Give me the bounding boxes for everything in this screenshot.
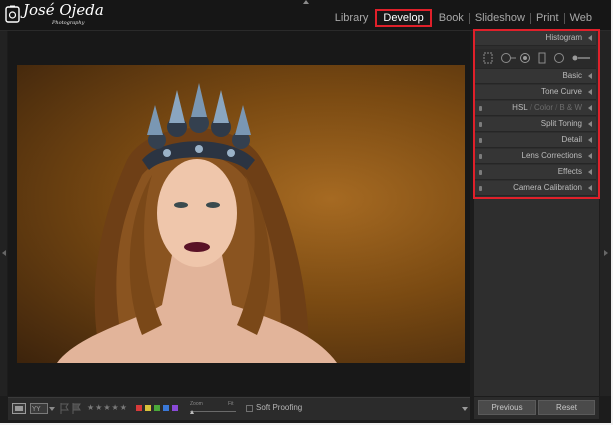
panel-tone-curve[interactable]: Tone Curve xyxy=(475,85,596,100)
panel-toggle-switch-icon[interactable] xyxy=(479,106,482,111)
camera-calibration-label: Camera Calibration xyxy=(513,183,582,192)
module-web[interactable]: Web xyxy=(565,12,597,24)
panel-split-toning[interactable]: Split Toning xyxy=(475,117,596,132)
tone-curve-label: Tone Curve xyxy=(541,87,582,96)
svg-text:YY: YY xyxy=(31,405,41,413)
module-develop[interactable]: Develop xyxy=(375,9,432,27)
module-book[interactable]: Book xyxy=(434,12,469,24)
reset-button[interactable]: Reset xyxy=(538,400,595,415)
previous-button[interactable]: Previous xyxy=(478,400,536,415)
flag-pick-icon[interactable] xyxy=(60,403,69,414)
soft-proofing-checkbox[interactable] xyxy=(246,405,253,412)
color-label-purple[interactable] xyxy=(172,405,178,411)
flag-reject-icon[interactable] xyxy=(72,403,81,414)
collapse-triangle-icon[interactable] xyxy=(588,121,592,127)
module-slideshow[interactable]: Slideshow xyxy=(470,12,530,24)
portrait-photo xyxy=(17,65,465,363)
toolbar-menu-dropdown-icon[interactable] xyxy=(462,407,468,411)
hsl-color-bw-tabs: HSL / Color / B & W xyxy=(512,103,582,112)
color-label-green[interactable] xyxy=(154,405,160,411)
identity-plate-name: José Ojeda xyxy=(23,1,104,19)
collapse-triangle-icon[interactable] xyxy=(588,153,592,159)
panel-toggle-switch-icon[interactable] xyxy=(479,154,482,159)
panel-footer: Previous Reset xyxy=(474,397,599,419)
lens-corrections-label: Lens Corrections xyxy=(521,151,582,160)
module-print[interactable]: Print xyxy=(531,12,564,24)
view-mode-dropdown-icon[interactable] xyxy=(49,407,55,411)
split-toning-label: Split Toning xyxy=(540,119,582,128)
loupe-view-icon[interactable] xyxy=(12,403,26,414)
left-panel-toggle-icon[interactable] xyxy=(2,250,6,256)
camera-logo-icon xyxy=(5,5,20,23)
module-picker: Library Develop Book Slideshow Print Web xyxy=(330,8,597,28)
basic-label: Basic xyxy=(562,71,582,80)
panel-toggle-switch-icon[interactable] xyxy=(479,122,482,127)
panel-basic[interactable]: Basic xyxy=(475,69,596,84)
panel-camera-calibration[interactable]: Camera Calibration xyxy=(475,181,596,196)
collapse-triangle-icon[interactable] xyxy=(588,137,592,143)
effects-label: Effects xyxy=(557,167,582,176)
graduated-filter-icon[interactable] xyxy=(537,52,547,64)
panel-detail[interactable]: Detail xyxy=(475,133,596,148)
collapse-triangle-icon[interactable] xyxy=(588,185,592,191)
red-eye-tool-icon[interactable] xyxy=(519,52,531,64)
panel-effects[interactable]: Effects xyxy=(475,165,596,180)
color-label-red[interactable] xyxy=(136,405,142,411)
identity-plate-tagline: Photography xyxy=(52,20,85,26)
collapse-triangle-icon[interactable] xyxy=(588,73,592,79)
right-panel-edge[interactable] xyxy=(600,31,611,396)
star-rating[interactable]: ★★★★★ xyxy=(87,403,128,412)
radial-filter-icon[interactable] xyxy=(553,52,565,64)
collapse-triangle-icon[interactable] xyxy=(588,35,592,41)
zoom-label: Zoom xyxy=(190,401,203,407)
collapse-triangle-icon[interactable] xyxy=(588,169,592,175)
panel-toggle-switch-icon[interactable] xyxy=(479,186,482,191)
tab-bw[interactable]: B & W xyxy=(559,103,582,112)
bottom-toolbar: YY ★★★★★ Zoom Fit Soft Proofing xyxy=(8,397,470,420)
panel-hsl[interactable]: HSL / Color / B & W xyxy=(475,101,596,116)
right-panel-toggle-icon[interactable] xyxy=(604,250,608,256)
soft-proofing-label: Soft Proofing xyxy=(256,403,303,412)
zoom-slider-thumb[interactable] xyxy=(190,410,194,414)
collapse-triangle-icon[interactable] xyxy=(588,89,592,95)
histogram-label: Histogram xyxy=(545,33,582,42)
zoom-slider-track[interactable] xyxy=(190,411,236,412)
left-panel-edge[interactable] xyxy=(0,31,7,396)
collapse-triangle-icon[interactable] xyxy=(588,105,592,111)
develop-right-panel: Histogram Basic Tone Curve HSL / Color /… xyxy=(473,29,600,396)
spot-removal-tool-icon[interactable] xyxy=(499,52,517,64)
adjustment-brush-icon[interactable] xyxy=(571,52,591,64)
fit-label: Fit xyxy=(228,401,234,407)
panel-lens-corrections[interactable]: Lens Corrections xyxy=(475,149,596,164)
panel-histogram[interactable]: Histogram xyxy=(475,31,596,46)
panel-toggle-switch-icon[interactable] xyxy=(479,170,482,175)
module-bar: José Ojeda Photography Library Develop B… xyxy=(0,0,611,31)
before-after-view-icon[interactable]: YY xyxy=(30,403,48,414)
tab-color[interactable]: Color xyxy=(534,103,553,112)
lightroom-window: José Ojeda Photography Library Develop B… xyxy=(0,0,611,423)
color-label-blue[interactable] xyxy=(163,405,169,411)
crop-tool-icon[interactable] xyxy=(483,52,493,64)
detail-label: Detail xyxy=(561,135,582,144)
image-canvas[interactable] xyxy=(8,31,470,396)
develop-tool-strip xyxy=(475,49,596,69)
tab-hsl[interactable]: HSL xyxy=(512,103,528,112)
top-panel-toggle-icon[interactable] xyxy=(303,0,309,4)
module-library[interactable]: Library xyxy=(330,12,374,24)
color-label-yellow[interactable] xyxy=(145,405,151,411)
panel-toggle-switch-icon[interactable] xyxy=(479,138,482,143)
